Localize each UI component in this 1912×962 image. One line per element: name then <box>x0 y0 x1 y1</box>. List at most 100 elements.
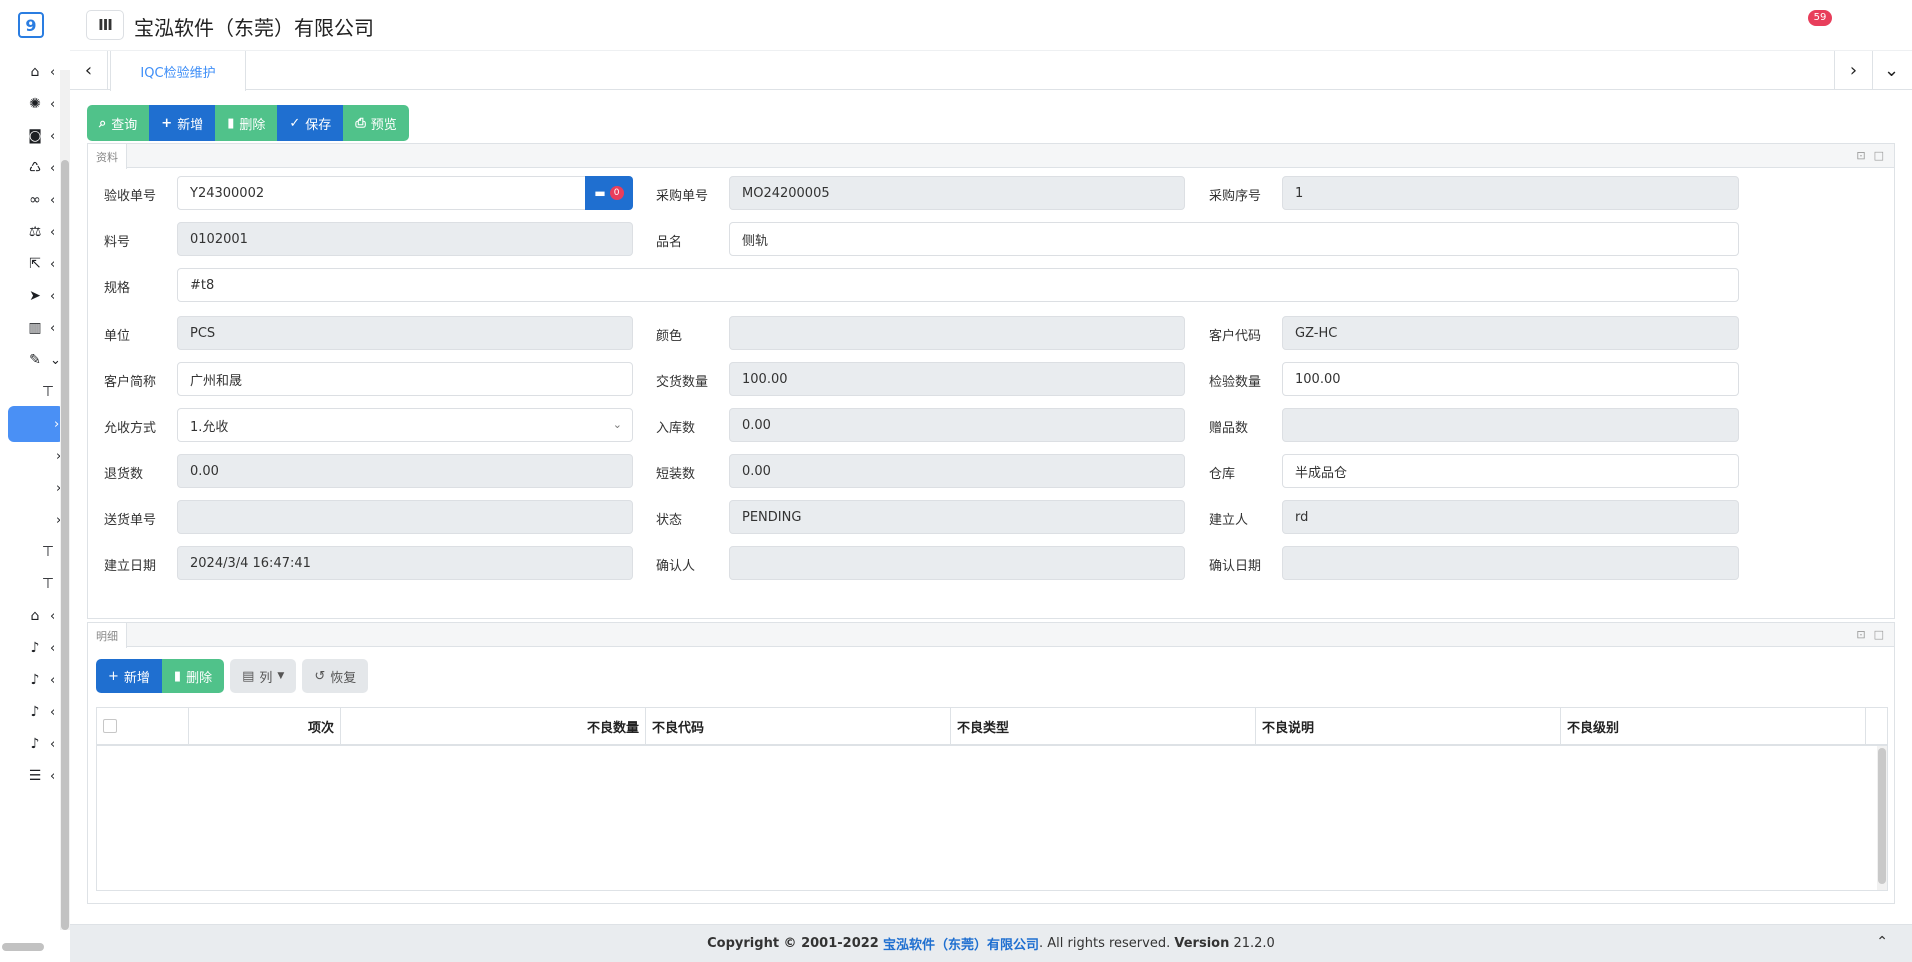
short-qty-field: 0.00 <box>729 454 1185 488</box>
send-icon: ➤ <box>29 288 41 304</box>
sidebar-item-3[interactable]: ◙ ‹ <box>8 118 60 154</box>
accept-method-value: 1.允收 <box>190 419 229 435</box>
sidebar-item-15[interactable]: ♪ ‹ <box>8 726 60 762</box>
form-panel-tab[interactable]: 资料 <box>88 144 127 169</box>
detail-toolbar: + 新增 ▮ 删除 ▤ 列 ▼ ↺ 恢复 <box>96 659 369 693</box>
sidebar-subitem-3[interactable]: › <box>8 438 61 474</box>
sidebar-item-13[interactable]: ♪ ‹ <box>8 662 60 698</box>
inspect-qty-input[interactable]: 100.00 <box>1282 362 1739 396</box>
save-button[interactable]: ✓ 保存 <box>277 105 344 141</box>
accept-method-select[interactable]: 1.允收 ⌄ <box>177 408 633 442</box>
preview-label: 预览 <box>370 117 397 133</box>
accept-method-label: 允收方式 <box>104 421 157 436</box>
sidebar-item-14[interactable]: ♪ ‹ <box>8 694 60 730</box>
part-no-label: 料号 <box>104 235 131 250</box>
confirmed-by-label: 确认人 <box>656 559 696 574</box>
chevron-left-icon: ‹ <box>50 288 56 304</box>
sidebar-subitem-active[interactable]: › <box>8 406 64 442</box>
home-icon: ⌂ <box>30 64 40 80</box>
main-toolbar: ⌕ 查询 + 新增 ▮ 删除 ✓ 保存 ⎙ 预览 <box>87 105 409 141</box>
part-name-input[interactable]: 侧轨 <box>729 222 1739 256</box>
tab-scroll-left-button[interactable]: ‹ <box>70 51 108 90</box>
delete-button[interactable]: ▮ 删除 <box>215 105 278 141</box>
detail-add-label: 新增 <box>123 670 150 686</box>
sidebar-subitem-4[interactable]: › <box>8 470 61 506</box>
lock-icon[interactable]: ⊡ <box>1856 628 1865 641</box>
sidebar-subitem-5[interactable]: › <box>8 502 61 538</box>
receipt-no-input[interactable]: Y24300002 <box>177 176 587 210</box>
tab-scroll-right-button[interactable]: › <box>1834 51 1872 90</box>
column-header[interactable]: 项次 <box>189 708 341 744</box>
customer-code-label: 客户代码 <box>1209 329 1262 344</box>
column-header[interactable]: 不良级别 <box>1561 708 1866 744</box>
customer-short-label: 客户简称 <box>104 375 157 390</box>
notification-badge[interactable]: 59 <box>1808 10 1832 26</box>
detail-panel-controls: ⊡ □ <box>1856 628 1884 641</box>
add-button[interactable]: + 新增 <box>149 105 216 141</box>
detail-delete-button[interactable]: ▮ 删除 <box>161 659 225 693</box>
chevron-left-icon: ‹ <box>50 768 56 784</box>
trash-icon: ▮ <box>173 668 182 684</box>
company-link[interactable]: 宝泓软件（东莞）有限公司 <box>883 934 1039 953</box>
sidebar-item-10[interactable]: ✎ ⌄ <box>8 342 61 378</box>
preview-button[interactable]: ⎙ 预览 <box>343 105 409 141</box>
spec-input[interactable]: #t8 <box>177 268 1739 302</box>
scale-icon: ⚖ <box>28 224 42 240</box>
lock-icon[interactable]: ⊡ <box>1856 149 1865 162</box>
sidebar-subitem-6[interactable]: ⊤ <box>8 534 60 570</box>
sidebar-item-9[interactable]: ▥ ‹ <box>8 310 60 346</box>
sidebar-subitem-7[interactable]: ⊤ <box>8 566 60 602</box>
sidebar-item-11[interactable]: ⌂ ‹ <box>8 598 60 634</box>
created-by-field: rd <box>1282 500 1739 534</box>
sidebar-horizontal-scrollbar[interactable] <box>2 943 44 951</box>
sidebar-item-7[interactable]: ⇱ ‹ <box>8 246 60 282</box>
maximize-icon[interactable]: □ <box>1874 149 1884 162</box>
column-header[interactable]: 不良类型 <box>951 708 1256 744</box>
stock-in-qty-field: 0.00 <box>729 408 1185 442</box>
tab-dropdown-button[interactable]: ⌄ <box>1872 51 1910 90</box>
tab-iqc-inspection[interactable]: IQC检验维护 <box>110 51 246 91</box>
sidebar-item-2[interactable]: ✺ ‹ <box>8 86 60 122</box>
sidebar-subitem-1[interactable]: ⊤ <box>8 374 60 410</box>
sidebar-item-5[interactable]: ∞ ‹ <box>8 182 60 218</box>
detail-add-button[interactable]: + 新增 <box>96 659 162 693</box>
restore-button[interactable]: ↺ 恢复 <box>302 659 369 693</box>
sidebar-item-16[interactable]: ☰ ‹ <box>8 758 60 794</box>
form-panel-controls: ⊡ □ <box>1856 149 1884 162</box>
column-header[interactable]: 不良说明 <box>1256 708 1561 744</box>
menu-toggle-button[interactable]: III <box>86 10 124 40</box>
columns-dropdown-button[interactable]: ▤ 列 ▼ <box>230 659 297 693</box>
warehouse-input[interactable]: 半成品仓 <box>1282 454 1739 488</box>
app-title: 宝泓软件（东莞）有限公司 <box>134 16 374 40</box>
maximize-icon[interactable]: □ <box>1874 628 1884 641</box>
sidebar-item-12[interactable]: ♪ ‹ <box>8 630 60 666</box>
spec-label: 规格 <box>104 281 131 296</box>
column-header[interactable]: 不良代码 <box>646 708 951 744</box>
grid-scrollbar-thumb[interactable] <box>1878 748 1886 884</box>
created-date-label: 建立日期 <box>104 559 157 574</box>
select-all-checkbox[interactable] <box>103 719 117 733</box>
sidebar-item-4[interactable]: ♺ ‹ <box>8 150 60 186</box>
chevron-left-icon: ‹ <box>50 128 56 144</box>
query-button[interactable]: ⌕ 查询 <box>87 105 150 141</box>
sidebar-item-6[interactable]: ⚖ ‹ <box>8 214 60 250</box>
detail-grid-header: 项次 不良数量 不良代码 不良类型 不良说明 不良级别 <box>97 708 1887 746</box>
scroll-top-icon[interactable]: ⌃ <box>1876 934 1888 950</box>
app-logo-icon[interactable]: 9 <box>18 12 44 38</box>
detail-button-group: + 新增 ▮ 删除 <box>96 659 225 693</box>
sidebar-scrollbar-thumb[interactable] <box>61 160 69 930</box>
sidebar-item-home[interactable]: ⌂ ‹ <box>8 54 60 90</box>
plus-icon: + <box>108 668 119 684</box>
customer-short-input[interactable]: 广州和晟 <box>177 362 633 396</box>
chevron-left-icon: ‹ <box>50 320 56 336</box>
column-header[interactable]: 不良数量 <box>341 708 646 744</box>
bell-icon: ♪ <box>30 736 40 752</box>
chevron-left-icon: ‹ <box>50 608 56 624</box>
grid-scrollbar[interactable] <box>1877 746 1887 890</box>
sidebar: ⌂ ‹ ✺ ‹ ◙ ‹ ♺ ‹ ∞ ‹ ⚖ ‹ ⇱ ‹ ➤ ‹ ▥ ‹ ✎ ⌄ ⊤ › › › › … <box>0 50 70 962</box>
detail-panel-tab[interactable]: 明细 <box>88 623 127 648</box>
attachment-button[interactable]: ▬ 0 <box>585 176 633 210</box>
gift-qty-field <box>1282 408 1739 442</box>
sidebar-item-8[interactable]: ➤ ‹ <box>8 278 60 314</box>
folder-icon: ▬ <box>594 186 606 200</box>
